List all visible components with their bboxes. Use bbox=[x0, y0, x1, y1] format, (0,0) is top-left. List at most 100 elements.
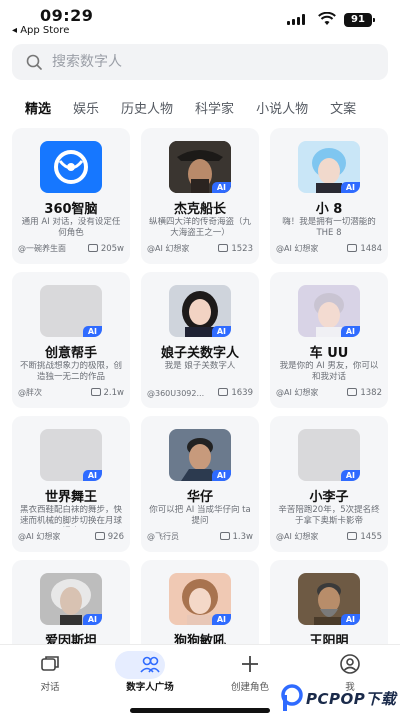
ai-badge: AI bbox=[211, 614, 231, 625]
character-name: 世界舞王 bbox=[44, 490, 97, 505]
character-card[interactable]: 360智脑 通用 AI 对话，没有设定任何角色 @一碗养生面 205w bbox=[12, 128, 130, 264]
character-avatar: AI bbox=[40, 429, 102, 481]
character-card[interactable]: AI 小李子 辛苦陪跑20年，5次提名终于拿下奥斯卡影帝 @AI 幻想家 1455 bbox=[270, 416, 388, 552]
tab-3[interactable]: 科学家 bbox=[195, 98, 234, 117]
nav-item-people[interactable]: 数字人广场 bbox=[110, 651, 190, 693]
chat-count-value: 1639 bbox=[231, 388, 253, 398]
character-avatar: AI bbox=[298, 141, 360, 193]
home-indicator bbox=[130, 708, 270, 713]
back-to-app-store-link[interactable]: ◂ App Store bbox=[12, 25, 69, 36]
chat-count: 205w bbox=[87, 244, 124, 254]
chat-count-value: 1523 bbox=[231, 244, 253, 254]
character-card[interactable]: AI 杰克船长 纵横四大洋的传奇海盗（九大海盗王之一） @AI 幻想家 1523 bbox=[141, 128, 259, 264]
character-card[interactable]: AI 狗狗敏吼 bbox=[141, 560, 259, 644]
chat-count: 1484 bbox=[347, 244, 382, 254]
tab-4[interactable]: 小说人物 bbox=[256, 98, 308, 117]
chat-count-value: 1.3w bbox=[232, 532, 253, 542]
character-description: 你可以把 AI 当成华仔向 ta 提问 bbox=[149, 505, 251, 526]
tab-1[interactable]: 娱乐 bbox=[73, 98, 99, 117]
tab-2[interactable]: 历史人物 bbox=[121, 98, 173, 117]
character-card[interactable]: AI 王阳明 bbox=[270, 560, 388, 644]
chat-count: 1639 bbox=[218, 388, 253, 398]
ai-badge: AI bbox=[82, 614, 102, 625]
chat-bubble-icon bbox=[347, 244, 358, 252]
character-description: 我是你的 AI 男友，你可以和我对话 bbox=[279, 361, 379, 382]
chat-bubble-icon bbox=[87, 244, 98, 252]
chat-bubble-icon bbox=[219, 532, 230, 540]
character-avatar: AI bbox=[169, 429, 231, 481]
profile-icon bbox=[310, 653, 390, 675]
ai-badge: AI bbox=[82, 326, 102, 337]
character-avatar: AI bbox=[169, 141, 231, 193]
character-name: 小李子 bbox=[309, 490, 349, 505]
character-author: @一碗养生面 bbox=[18, 244, 66, 253]
nav-label: 对话 bbox=[40, 682, 60, 693]
character-author: @胖次 bbox=[18, 388, 42, 397]
character-description: 我是 娘子关数字人 bbox=[164, 361, 236, 371]
wifi-icon bbox=[318, 12, 336, 25]
character-card[interactable]: AI 小 8 嗨！我是拥有一切潜能的 THE 8 @AI 幻想家 1484 bbox=[270, 128, 388, 264]
people-icon bbox=[110, 653, 190, 675]
ai-badge: AI bbox=[340, 470, 360, 481]
character-description: 嗨！我是拥有一切潜能的 THE 8 bbox=[282, 217, 376, 238]
nav-label: 数字人广场 bbox=[126, 682, 174, 693]
character-author: @360U3092... bbox=[147, 389, 205, 398]
character-description: 黑衣西鞋配白袜的舞步，快速而机械的脚步切换在月球漫步 bbox=[20, 505, 122, 526]
ai-badge: AI bbox=[340, 326, 360, 337]
nav-item-plus[interactable]: 创建角色 bbox=[210, 653, 290, 693]
chat-count: 1382 bbox=[347, 388, 382, 398]
chat-count-value: 1455 bbox=[360, 532, 382, 542]
chat-bubble-icon bbox=[90, 388, 101, 396]
character-avatar: AI bbox=[169, 573, 231, 625]
ai-badge: AI bbox=[211, 182, 231, 193]
character-name: 创意帮手 bbox=[44, 346, 97, 361]
character-name: 360智脑 bbox=[44, 202, 98, 217]
chat-count: 2.1w bbox=[90, 388, 124, 398]
character-name: 娘子关数字人 bbox=[160, 346, 239, 361]
ai-badge: AI bbox=[211, 326, 231, 337]
character-card[interactable]: AI 娘子关数字人 我是 娘子关数字人 @360U3092... 1639 bbox=[141, 272, 259, 408]
character-author: @AI 幻想家 bbox=[276, 388, 319, 397]
character-name: 华仔 bbox=[186, 490, 213, 505]
character-avatar: AI bbox=[40, 285, 102, 337]
search-input[interactable] bbox=[52, 44, 372, 80]
character-author: @AI 幻想家 bbox=[18, 532, 61, 541]
character-card[interactable]: AI 车 UU 我是你的 AI 男友，你可以和我对话 @AI 幻想家 1382 bbox=[270, 272, 388, 408]
chat-count: 1523 bbox=[218, 244, 253, 254]
status-time: 09:29 bbox=[40, 6, 94, 25]
watermark-logo-icon bbox=[281, 684, 303, 711]
character-author: @AI 幻想家 bbox=[276, 244, 319, 253]
character-description: 纵横四大洋的传奇海盗（九大海盗王之一） bbox=[149, 217, 251, 238]
character-avatar: AI bbox=[169, 285, 231, 337]
search-bar[interactable] bbox=[12, 44, 388, 80]
character-author: @AI 幻想家 bbox=[276, 532, 319, 541]
character-avatar bbox=[40, 141, 102, 193]
character-card[interactable]: AI 华仔 你可以把 AI 当成华仔向 ta 提问 @飞行员 1.3w bbox=[141, 416, 259, 552]
chat-count-value: 205w bbox=[100, 244, 124, 254]
character-author: @飞行员 bbox=[147, 532, 179, 541]
ai-badge: AI bbox=[340, 182, 360, 193]
character-name: 小 8 bbox=[315, 202, 343, 217]
chat-bubble-icon bbox=[94, 532, 105, 540]
chat-count-value: 2.1w bbox=[103, 388, 124, 398]
nav-label: 创建角色 bbox=[230, 682, 269, 693]
character-card[interactable]: AI 创意帮手 不断挑战想象力的极限，创造独一无二的作品 @胖次 2.1w bbox=[12, 272, 130, 408]
character-avatar: AI bbox=[298, 573, 360, 625]
tab-5[interactable]: 文案 bbox=[330, 98, 356, 117]
chat-bubble-icon bbox=[218, 388, 229, 396]
chat-count-value: 926 bbox=[107, 532, 124, 542]
chat-bubble-icon bbox=[218, 244, 229, 252]
character-card[interactable]: AI 世界舞王黑衣西鞋配白袜的舞步，快速而机械的脚步切换在月球漫步 @AI 幻想家 9… bbox=[12, 416, 130, 552]
character-card[interactable]: AI 爱因斯坦 bbox=[12, 560, 130, 644]
cellular-signal-icon bbox=[287, 14, 305, 25]
category-tabs: 精选 娱乐 历史人物 科学家 小说人物 文案 bbox=[25, 98, 400, 120]
status-bar: 09:29 ◂ App Store 91 bbox=[0, 0, 400, 40]
ai-badge: AI bbox=[211, 470, 231, 481]
watermark: PCPOP下载 bbox=[280, 682, 400, 716]
character-name: 王阳明 bbox=[309, 634, 349, 644]
nav-item-chat[interactable]: 对话 bbox=[10, 653, 90, 693]
chat-bubble-icon bbox=[347, 388, 358, 396]
ai-badge: AI bbox=[82, 470, 102, 481]
tab-0[interactable]: 精选 bbox=[25, 98, 51, 117]
character-avatar: AI bbox=[298, 285, 360, 337]
